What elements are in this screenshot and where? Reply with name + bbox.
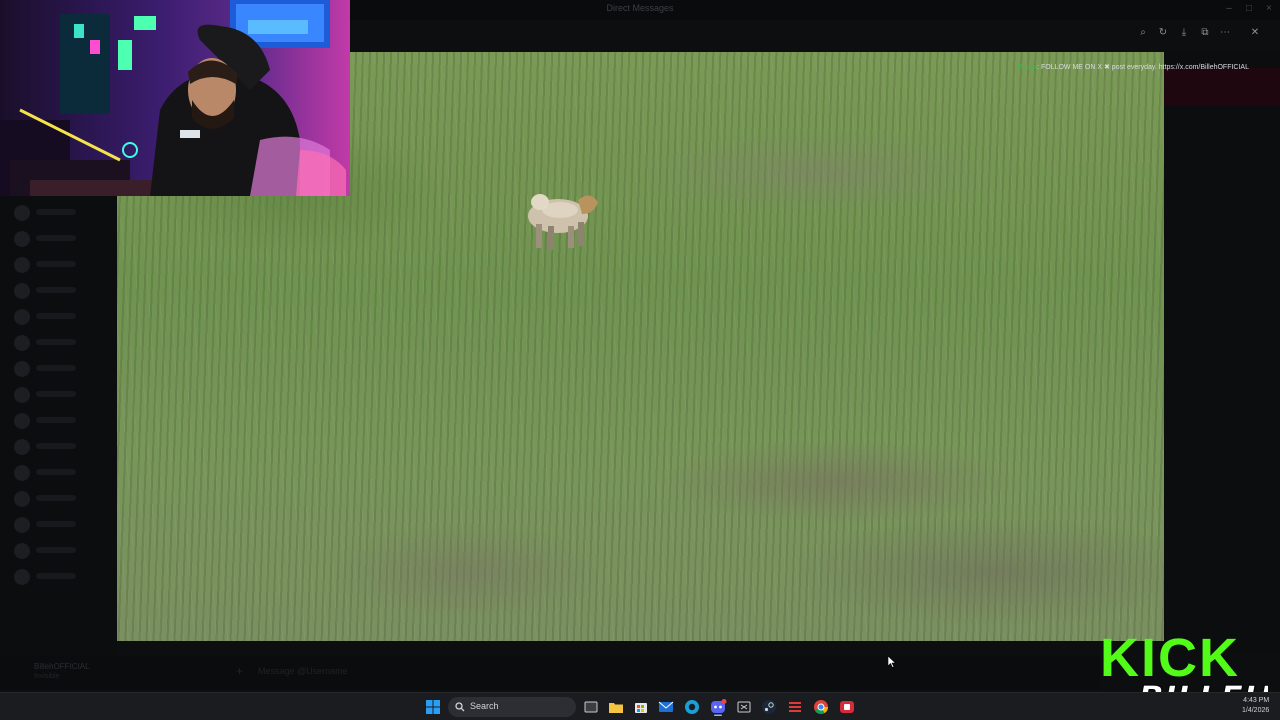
streamer-webcam [0,0,350,196]
avatar [14,335,30,351]
list-item[interactable] [6,462,110,484]
list-item-name [36,417,76,423]
edge-browser-icon[interactable] [683,698,701,716]
avatar [14,283,30,299]
list-item-name [36,235,76,241]
search-icon [455,702,465,712]
list-item[interactable] [6,514,110,536]
maximize-button[interactable]: □ [1242,2,1256,16]
file-explorer-icon[interactable] [607,698,625,716]
list-item[interactable] [6,436,110,458]
clock-date: 1/4/2026 [1242,707,1270,714]
list-item[interactable] [6,254,110,276]
list-item[interactable] [6,358,110,380]
avatar [14,309,30,325]
list-item-name [36,287,76,293]
discord-icon[interactable] [709,698,727,716]
list-item[interactable] [6,332,110,354]
chat-username: Bodjix [1018,64,1038,71]
avatar [14,465,30,481]
list-item[interactable] [6,280,110,302]
mail-icon[interactable] [657,698,675,716]
list-item-name [36,469,76,475]
avatar [14,361,30,377]
list-item-name [36,443,76,449]
list-item-name [36,209,76,215]
dm-list [0,196,117,666]
avatar [14,543,30,559]
list-item[interactable] [6,228,110,250]
avatar [14,517,30,533]
user-panel: BillehOFFICIAL Invisible + Message @User… [0,656,1100,690]
chat-overlay-message: Bodjix: FOLLOW ME ON X ✖ post everyday. … [1018,63,1249,71]
steam-icon[interactable] [760,698,778,716]
list-item[interactable] [6,202,110,224]
windows-start-icon[interactable] [424,698,442,716]
open-external-icon[interactable]: ⧉ [1196,24,1214,42]
plus-icon[interactable]: + [236,664,243,678]
avatar [14,231,30,247]
close-icon[interactable]: ✕ [1246,24,1264,42]
list-item-name [36,521,76,527]
list-item-name [36,547,76,553]
store-icon[interactable] [632,698,650,716]
more-icon[interactable]: ⋯ [1216,24,1234,42]
right-panel [1164,52,1280,652]
rotate-icon[interactable]: ↻ [1154,24,1172,42]
webcam-scene [0,0,346,196]
message-input[interactable]: Message @Username [258,666,348,676]
list-item[interactable] [6,488,110,510]
mouse-cursor-icon [888,656,896,668]
close-window-button[interactable]: × [1262,2,1276,16]
account-status: Invisible [34,673,60,680]
list-item-name [36,573,76,579]
capture-app-icon[interactable] [735,698,753,716]
chat-message: : FOLLOW ME ON X ✖ post everyday. https:… [1037,64,1249,71]
list-item-name [36,313,76,319]
avatar [14,257,30,273]
animal-in-field [528,194,598,250]
zoom-icon[interactable]: ⌕ [1134,24,1152,42]
streaming-app-icon[interactable] [838,698,856,716]
list-item-name [36,495,76,501]
profile-banner [1164,68,1280,106]
list-item[interactable] [6,410,110,432]
avatar [14,439,30,455]
recording-app-icon[interactable] [786,698,804,716]
avatar [14,413,30,429]
minimize-button[interactable]: – [1222,2,1236,16]
download-icon[interactable]: ⤓ [1175,24,1193,42]
list-item[interactable] [6,566,110,588]
taskbar-search[interactable]: Search [448,697,576,717]
account-username: BillehOFFICIAL [34,662,90,671]
list-item-name [36,365,76,371]
system-clock[interactable]: 4:43 PM 1/4/2026 [1242,696,1269,716]
media-viewer-toolbar: ⌕ ↻ ⤓ ⧉ ⋯ ✕ [1130,24,1274,42]
taskbar: Search 4:43 PM 1/4/2026 [0,692,1280,720]
screen: Direct Messages – □ × BillehOFFICIAL Inv… [0,0,1280,720]
avatar [14,491,30,507]
avatar [14,387,30,403]
chrome-icon[interactable] [812,698,830,716]
list-item-name [36,339,76,345]
task-view-icon[interactable] [582,698,600,716]
avatar [14,205,30,221]
clock-time: 4:43 PM [1243,697,1270,704]
list-item-name [36,391,76,397]
avatar [14,569,30,585]
search-label: Search [470,701,499,711]
list-item[interactable] [6,540,110,562]
list-item[interactable] [6,306,110,328]
list-item-name [36,261,76,267]
list-item[interactable] [6,384,110,406]
